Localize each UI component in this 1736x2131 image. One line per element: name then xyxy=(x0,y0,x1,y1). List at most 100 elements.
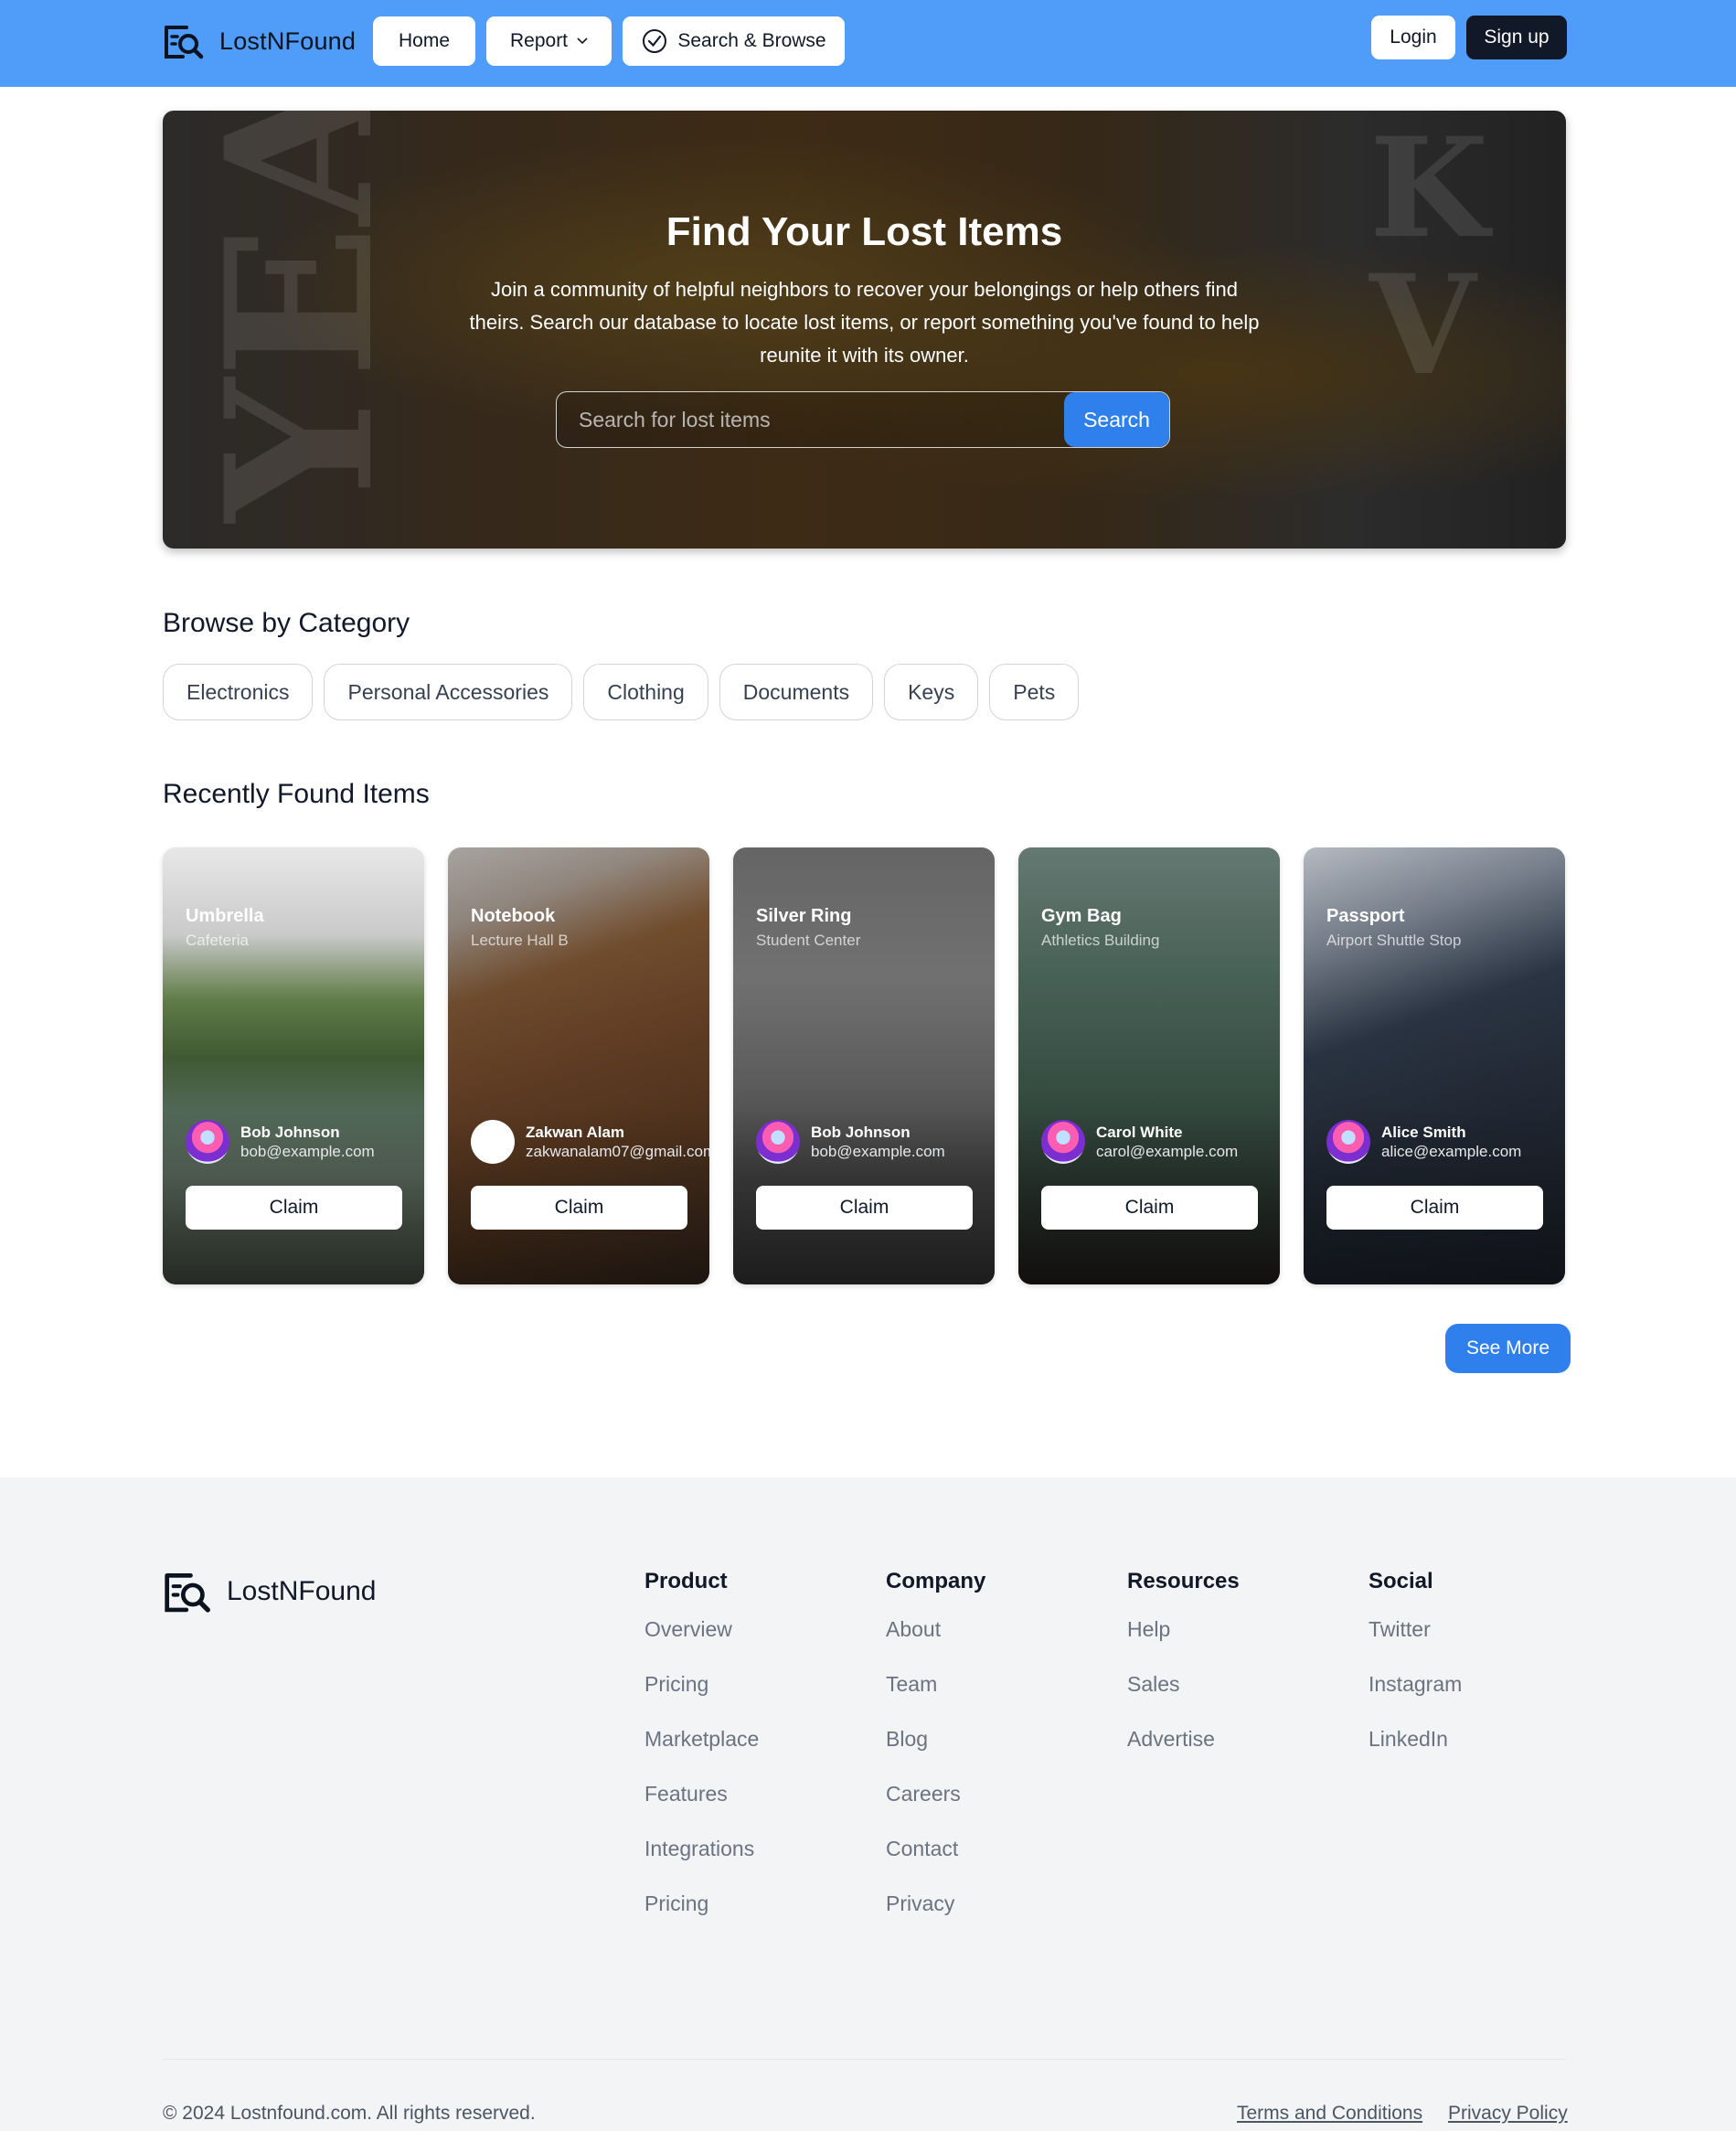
item-card[interactable]: Gym Bag Athletics Building Carol White c… xyxy=(1018,847,1280,1284)
search-input[interactable] xyxy=(557,392,1069,447)
search-button-label: Search xyxy=(1083,407,1150,432)
footer-link[interactable]: Overview xyxy=(644,1611,759,1666)
footer-link[interactable]: Contact xyxy=(886,1830,985,1885)
magnifier-box-logo-icon xyxy=(165,26,204,59)
brand-logo[interactable]: LostNFound xyxy=(163,22,356,60)
category-chip-pets[interactable]: Pets xyxy=(989,664,1080,720)
item-title: Notebook xyxy=(471,906,556,926)
terms-link[interactable]: Terms and Conditions xyxy=(1237,2103,1422,2125)
login-label: Login xyxy=(1390,27,1437,48)
footer-link[interactable]: Instagram xyxy=(1369,1666,1462,1721)
copyright-text: © 2024 Lostnfound.com. All rights reserv… xyxy=(163,2103,536,2124)
item-card[interactable]: Silver Ring Student Center Bob Johnson b… xyxy=(733,847,995,1284)
footer-brand-name: LostNFound xyxy=(227,1576,377,1606)
footer-column-social: Social Twitter Instagram LinkedIn xyxy=(1369,1569,1462,1775)
claim-button[interactable]: Claim xyxy=(471,1186,687,1230)
avatar xyxy=(1326,1120,1370,1164)
item-card[interactable]: Passport Airport Shuttle Stop Alice Smit… xyxy=(1304,847,1565,1284)
finder-email: bob@example.com xyxy=(240,1142,375,1160)
finder-name: Bob Johnson xyxy=(240,1123,340,1141)
footer-link[interactable]: Careers xyxy=(886,1775,985,1830)
footer-link[interactable]: LinkedIn xyxy=(1369,1721,1462,1775)
finder-name: Carol White xyxy=(1096,1123,1183,1141)
signup-button[interactable]: Sign up xyxy=(1466,16,1567,59)
footer-link[interactable]: Blog xyxy=(886,1721,985,1775)
category-chip-clothing[interactable]: Clothing xyxy=(583,664,708,720)
nav-home-button[interactable]: Home xyxy=(373,16,475,66)
footer-link[interactable]: Sales xyxy=(1127,1666,1240,1721)
hero-banner: YEA KV Find Your Lost Items Join a commu… xyxy=(163,111,1566,549)
hero-background-letterpress-right: KV xyxy=(1369,111,1489,406)
footer-heading: Company xyxy=(886,1569,986,1593)
nav-home-label: Home xyxy=(398,30,451,51)
privacy-policy-link[interactable]: Privacy Policy xyxy=(1448,2103,1568,2125)
footer-link[interactable]: Integrations xyxy=(644,1830,759,1885)
finder-email: alice@example.com xyxy=(1381,1142,1522,1160)
claim-button[interactable]: Claim xyxy=(1326,1186,1543,1230)
finder-info: Alice Smith alice@example.com xyxy=(1326,1120,1521,1164)
see-more-button[interactable]: See More xyxy=(1445,1324,1571,1373)
item-location: Lecture Hall B xyxy=(471,932,569,949)
avatar xyxy=(186,1120,229,1164)
signup-label: Sign up xyxy=(1484,27,1550,48)
category-chip-electronics[interactable]: Electronics xyxy=(163,664,314,720)
chevron-down-icon xyxy=(577,37,588,45)
footer-link[interactable]: Marketplace xyxy=(644,1721,759,1775)
footer-heading: Social xyxy=(1369,1569,1433,1593)
site-footer: LostNFound Product Overview Pricing Mark… xyxy=(0,1477,1736,2131)
recent-items-title: Recently Found Items xyxy=(163,779,430,809)
brand-name: LostNFound xyxy=(219,27,357,55)
nav-report-dropdown[interactable]: Report xyxy=(486,16,612,66)
top-navbar: LostNFound Home Report Search & Browse L… xyxy=(0,0,1736,87)
finder-info: Carol White carol@example.com xyxy=(1041,1120,1238,1164)
finder-info: Bob Johnson bob@example.com xyxy=(756,1120,945,1164)
category-chip-list: Electronics Personal Accessories Clothin… xyxy=(163,664,1080,720)
footer-link[interactable]: Features xyxy=(644,1775,759,1830)
item-card[interactable]: Notebook Lecture Hall B Zakwan Alam zakw… xyxy=(448,847,709,1284)
finder-name: Zakwan Alam xyxy=(526,1123,625,1141)
footer-divider xyxy=(163,2059,1566,2060)
item-location: Student Center xyxy=(756,932,861,949)
finder-email: zakwanalam07@gmail.com xyxy=(526,1142,709,1160)
item-title: Silver Ring xyxy=(756,906,852,926)
avatar xyxy=(756,1120,800,1164)
finder-info: Zakwan Alam zakwanalam07@gmail.com xyxy=(471,1120,709,1164)
nav-search-browse-label: Search & Browse xyxy=(677,30,826,51)
claim-button[interactable]: Claim xyxy=(186,1186,402,1230)
footer-link[interactable]: Advertise xyxy=(1127,1721,1240,1775)
item-card[interactable]: Umbrella Cafeteria Bob Johnson bob@examp… xyxy=(163,847,424,1284)
avatar xyxy=(471,1120,515,1164)
footer-link[interactable]: Team xyxy=(886,1666,985,1721)
category-chip-personal-accessories[interactable]: Personal Accessories xyxy=(324,664,573,720)
magnifier-box-logo-icon xyxy=(165,1573,210,1613)
search-button[interactable]: Search xyxy=(1064,392,1169,447)
claim-button[interactable]: Claim xyxy=(1041,1186,1258,1230)
footer-column-company: Company About Team Blog Careers Contact … xyxy=(886,1569,985,1940)
footer-column-resources: Resources Help Sales Advertise xyxy=(1127,1569,1240,1775)
browse-category-title: Browse by Category xyxy=(163,608,410,638)
see-more-label: See More xyxy=(1465,1337,1550,1359)
check-circle-icon xyxy=(643,29,667,53)
hero-search-bar: Search xyxy=(556,391,1170,448)
item-location: Athletics Building xyxy=(1041,932,1160,949)
footer-link[interactable]: Help xyxy=(1127,1611,1240,1666)
item-location: Cafeteria xyxy=(186,932,249,949)
footer-link[interactable]: About xyxy=(886,1611,985,1666)
login-button[interactable]: Login xyxy=(1371,16,1455,59)
item-title: Umbrella xyxy=(186,906,264,926)
avatar xyxy=(1041,1120,1085,1164)
finder-email: carol@example.com xyxy=(1096,1142,1239,1160)
hero-title: Find Your Lost Items xyxy=(666,209,1063,254)
footer-column-product: Product Overview Pricing Marketplace Fea… xyxy=(644,1569,759,1940)
finder-name: Bob Johnson xyxy=(811,1123,911,1141)
footer-link[interactable]: Pricing xyxy=(644,1666,759,1721)
footer-link[interactable]: Pricing xyxy=(644,1885,759,1940)
footer-brand[interactable]: LostNFound xyxy=(163,1569,376,1614)
category-chip-keys[interactable]: Keys xyxy=(884,664,979,720)
footer-link[interactable]: Twitter xyxy=(1369,1611,1462,1666)
nav-search-browse-button[interactable]: Search & Browse xyxy=(623,16,845,66)
claim-button[interactable]: Claim xyxy=(756,1186,973,1230)
category-chip-documents[interactable]: Documents xyxy=(719,664,874,720)
hero-background-letterpress: YEA xyxy=(181,111,418,522)
footer-link[interactable]: Privacy xyxy=(886,1885,985,1940)
